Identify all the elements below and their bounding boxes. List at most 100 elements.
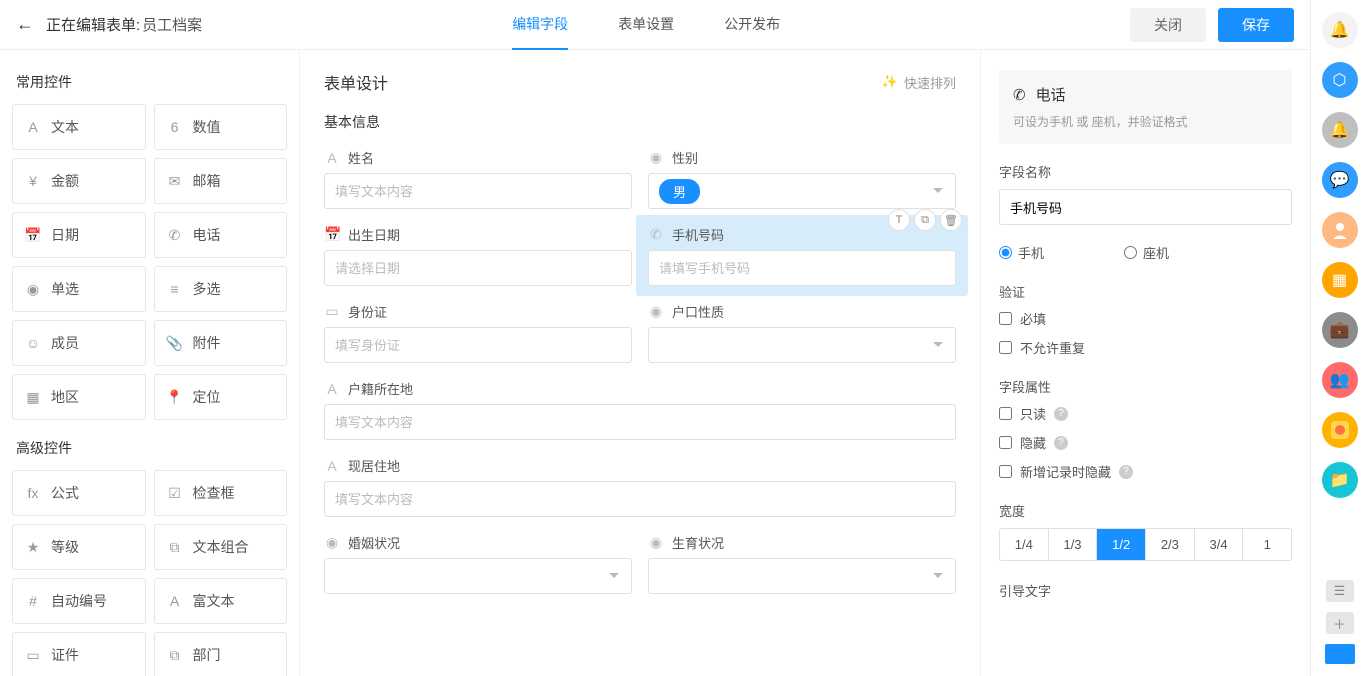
field-name-input[interactable]	[999, 189, 1292, 225]
back-arrow-icon[interactable]: ←	[16, 14, 34, 35]
tab-form-settings[interactable]: 表单设置	[618, 0, 674, 50]
rail-users-icon[interactable]: 👥	[1322, 362, 1358, 398]
field-label: 户籍所在地	[348, 379, 413, 398]
common-widget-9[interactable]: 📎附件	[154, 320, 288, 366]
rail-grid-icon[interactable]: ▦	[1322, 262, 1358, 298]
advanced-widget-2[interactable]: ★等级	[12, 524, 146, 570]
advanced-widget-3[interactable]: ⧉文本组合	[154, 524, 288, 570]
help-icon[interactable]: ?	[1054, 436, 1068, 450]
rail-card-icon[interactable]	[1325, 644, 1355, 664]
field-action-copy[interactable]: ⧉	[914, 209, 936, 231]
rail-briefcase-icon[interactable]: 💼	[1322, 312, 1358, 348]
tab-edit-fields[interactable]: 编辑字段	[512, 0, 568, 50]
advanced-widgets-title: 高级控件	[16, 438, 283, 458]
radio-label: 手机	[1018, 243, 1044, 262]
advanced-widget-1[interactable]: ☑检查框	[154, 470, 288, 516]
rail-chat-icon[interactable]: 💬	[1322, 162, 1358, 198]
field-action-t[interactable]: T	[888, 209, 910, 231]
widget-label: 地区	[51, 387, 79, 407]
rail-contact-icon[interactable]: ☰	[1326, 580, 1354, 602]
hukou-addr-input[interactable]	[324, 404, 956, 440]
magic-wand-icon: ✨	[882, 74, 898, 90]
width-label: 宽度	[999, 501, 1292, 520]
advanced-widget-0[interactable]: fx公式	[12, 470, 146, 516]
field-name[interactable]: A姓名	[324, 148, 632, 209]
common-widget-11[interactable]: 📍定位	[154, 374, 288, 420]
id-card-input[interactable]	[324, 327, 632, 363]
width-option-3-4[interactable]: 3/4	[1195, 529, 1244, 560]
help-icon[interactable]: ?	[1119, 465, 1133, 479]
quick-sort-button[interactable]: ✨ 快速排列	[882, 73, 956, 92]
marital-select[interactable]	[324, 558, 632, 594]
field-current-addr[interactable]: A现居住地	[324, 456, 956, 517]
gender-select[interactable]: 男	[648, 173, 956, 209]
width-option-1-3[interactable]: 1/3	[1049, 529, 1098, 560]
common-widget-10[interactable]: ▦地区	[12, 374, 146, 420]
common-widget-1[interactable]: 6数值	[154, 104, 288, 150]
field-hukou-type[interactable]: ◉户口性质	[648, 302, 956, 363]
field-label: 身份证	[348, 302, 387, 321]
field-marital[interactable]: ◉婚姻状况	[324, 533, 632, 594]
field-fertility[interactable]: ◉生育状况	[648, 533, 956, 594]
rail-app-icon[interactable]	[1322, 412, 1358, 448]
width-option-1-2[interactable]: 1/2	[1097, 529, 1146, 560]
birth-date-input[interactable]	[324, 250, 632, 286]
field-birth-date[interactable]: 📅出生日期	[324, 225, 632, 286]
close-button[interactable]: 关闭	[1130, 8, 1206, 42]
property-header-sub: 可设为手机 或 座机，并验证格式	[1013, 113, 1278, 130]
field-phone[interactable]: T ⧉ 🗑 ✆手机号码	[648, 225, 956, 286]
radio-mobile[interactable]: 手机	[999, 243, 1044, 262]
radio-landline[interactable]: 座机	[1124, 243, 1169, 262]
name-input[interactable]	[324, 173, 632, 209]
right-rail: 🔔 ⬡ 🔔 💬 ▦ 💼 👥 📁 ☰ ＋	[1310, 0, 1368, 676]
widget-icon: ★	[25, 539, 41, 555]
common-widget-3[interactable]: ✉邮箱	[154, 158, 288, 204]
widget-icon: ◉	[25, 281, 41, 297]
advanced-widget-4[interactable]: #自动编号	[12, 578, 146, 624]
common-widget-0[interactable]: A文本	[12, 104, 146, 150]
field-hukou-addr[interactable]: A户籍所在地	[324, 379, 956, 440]
rail-bell-icon[interactable]: 🔔	[1322, 112, 1358, 148]
fertility-select[interactable]	[648, 558, 956, 594]
common-widget-7[interactable]: ≡多选	[154, 266, 288, 312]
width-option-2-3[interactable]: 2/3	[1146, 529, 1195, 560]
radio-icon: ◉	[648, 149, 664, 166]
common-widget-6[interactable]: ◉单选	[12, 266, 146, 312]
top-tabs: 编辑字段 表单设置 公开发布	[512, 0, 780, 50]
save-button[interactable]: 保存	[1218, 8, 1294, 42]
common-widget-8[interactable]: ☺成员	[12, 320, 146, 366]
help-icon[interactable]: ?	[1054, 407, 1068, 421]
check-label: 只读	[1020, 404, 1046, 423]
widget-icon: ⧉	[167, 647, 183, 663]
advanced-widget-5[interactable]: A富文本	[154, 578, 288, 624]
rail-folder-icon[interactable]: 📁	[1322, 462, 1358, 498]
rail-notification-icon[interactable]: 🔔	[1322, 12, 1358, 48]
field-action-delete[interactable]: 🗑	[940, 209, 962, 231]
phone-input[interactable]	[648, 250, 956, 286]
widget-label: 成员	[51, 333, 79, 353]
widget-icon: ✆	[167, 227, 183, 243]
field-id-card[interactable]: ▭身份证	[324, 302, 632, 363]
check-required[interactable]: 必填	[999, 309, 1292, 328]
quick-sort-label: 快速排列	[904, 73, 956, 92]
check-hide-on-create[interactable]: 新增记录时隐藏?	[999, 462, 1292, 481]
rail-org-icon[interactable]: ⬡	[1322, 62, 1358, 98]
rail-avatar-icon[interactable]	[1322, 212, 1358, 248]
field-gender[interactable]: ◉性别 男	[648, 148, 956, 209]
tab-publish[interactable]: 公开发布	[724, 0, 780, 50]
advanced-widget-6[interactable]: ▭证件	[12, 632, 146, 676]
hukou-type-select[interactable]	[648, 327, 956, 363]
form-canvas: 表单设计 ✨ 快速排列 基本信息 A姓名 ◉性别 男	[300, 50, 980, 676]
width-option-1[interactable]: 1	[1243, 529, 1291, 560]
check-readonly[interactable]: 只读?	[999, 404, 1292, 423]
advanced-widget-7[interactable]: ⧉部门	[154, 632, 288, 676]
rail-add-icon[interactable]: ＋	[1326, 612, 1354, 634]
common-widget-4[interactable]: 📅日期	[12, 212, 146, 258]
width-option-1-4[interactable]: 1/4	[1000, 529, 1049, 560]
common-widget-5[interactable]: ✆电话	[154, 212, 288, 258]
current-addr-input[interactable]	[324, 481, 956, 517]
check-hidden[interactable]: 隐藏?	[999, 433, 1292, 452]
widget-label: 公式	[51, 483, 79, 503]
check-unique[interactable]: 不允许重复	[999, 338, 1292, 357]
common-widget-2[interactable]: ¥金额	[12, 158, 146, 204]
